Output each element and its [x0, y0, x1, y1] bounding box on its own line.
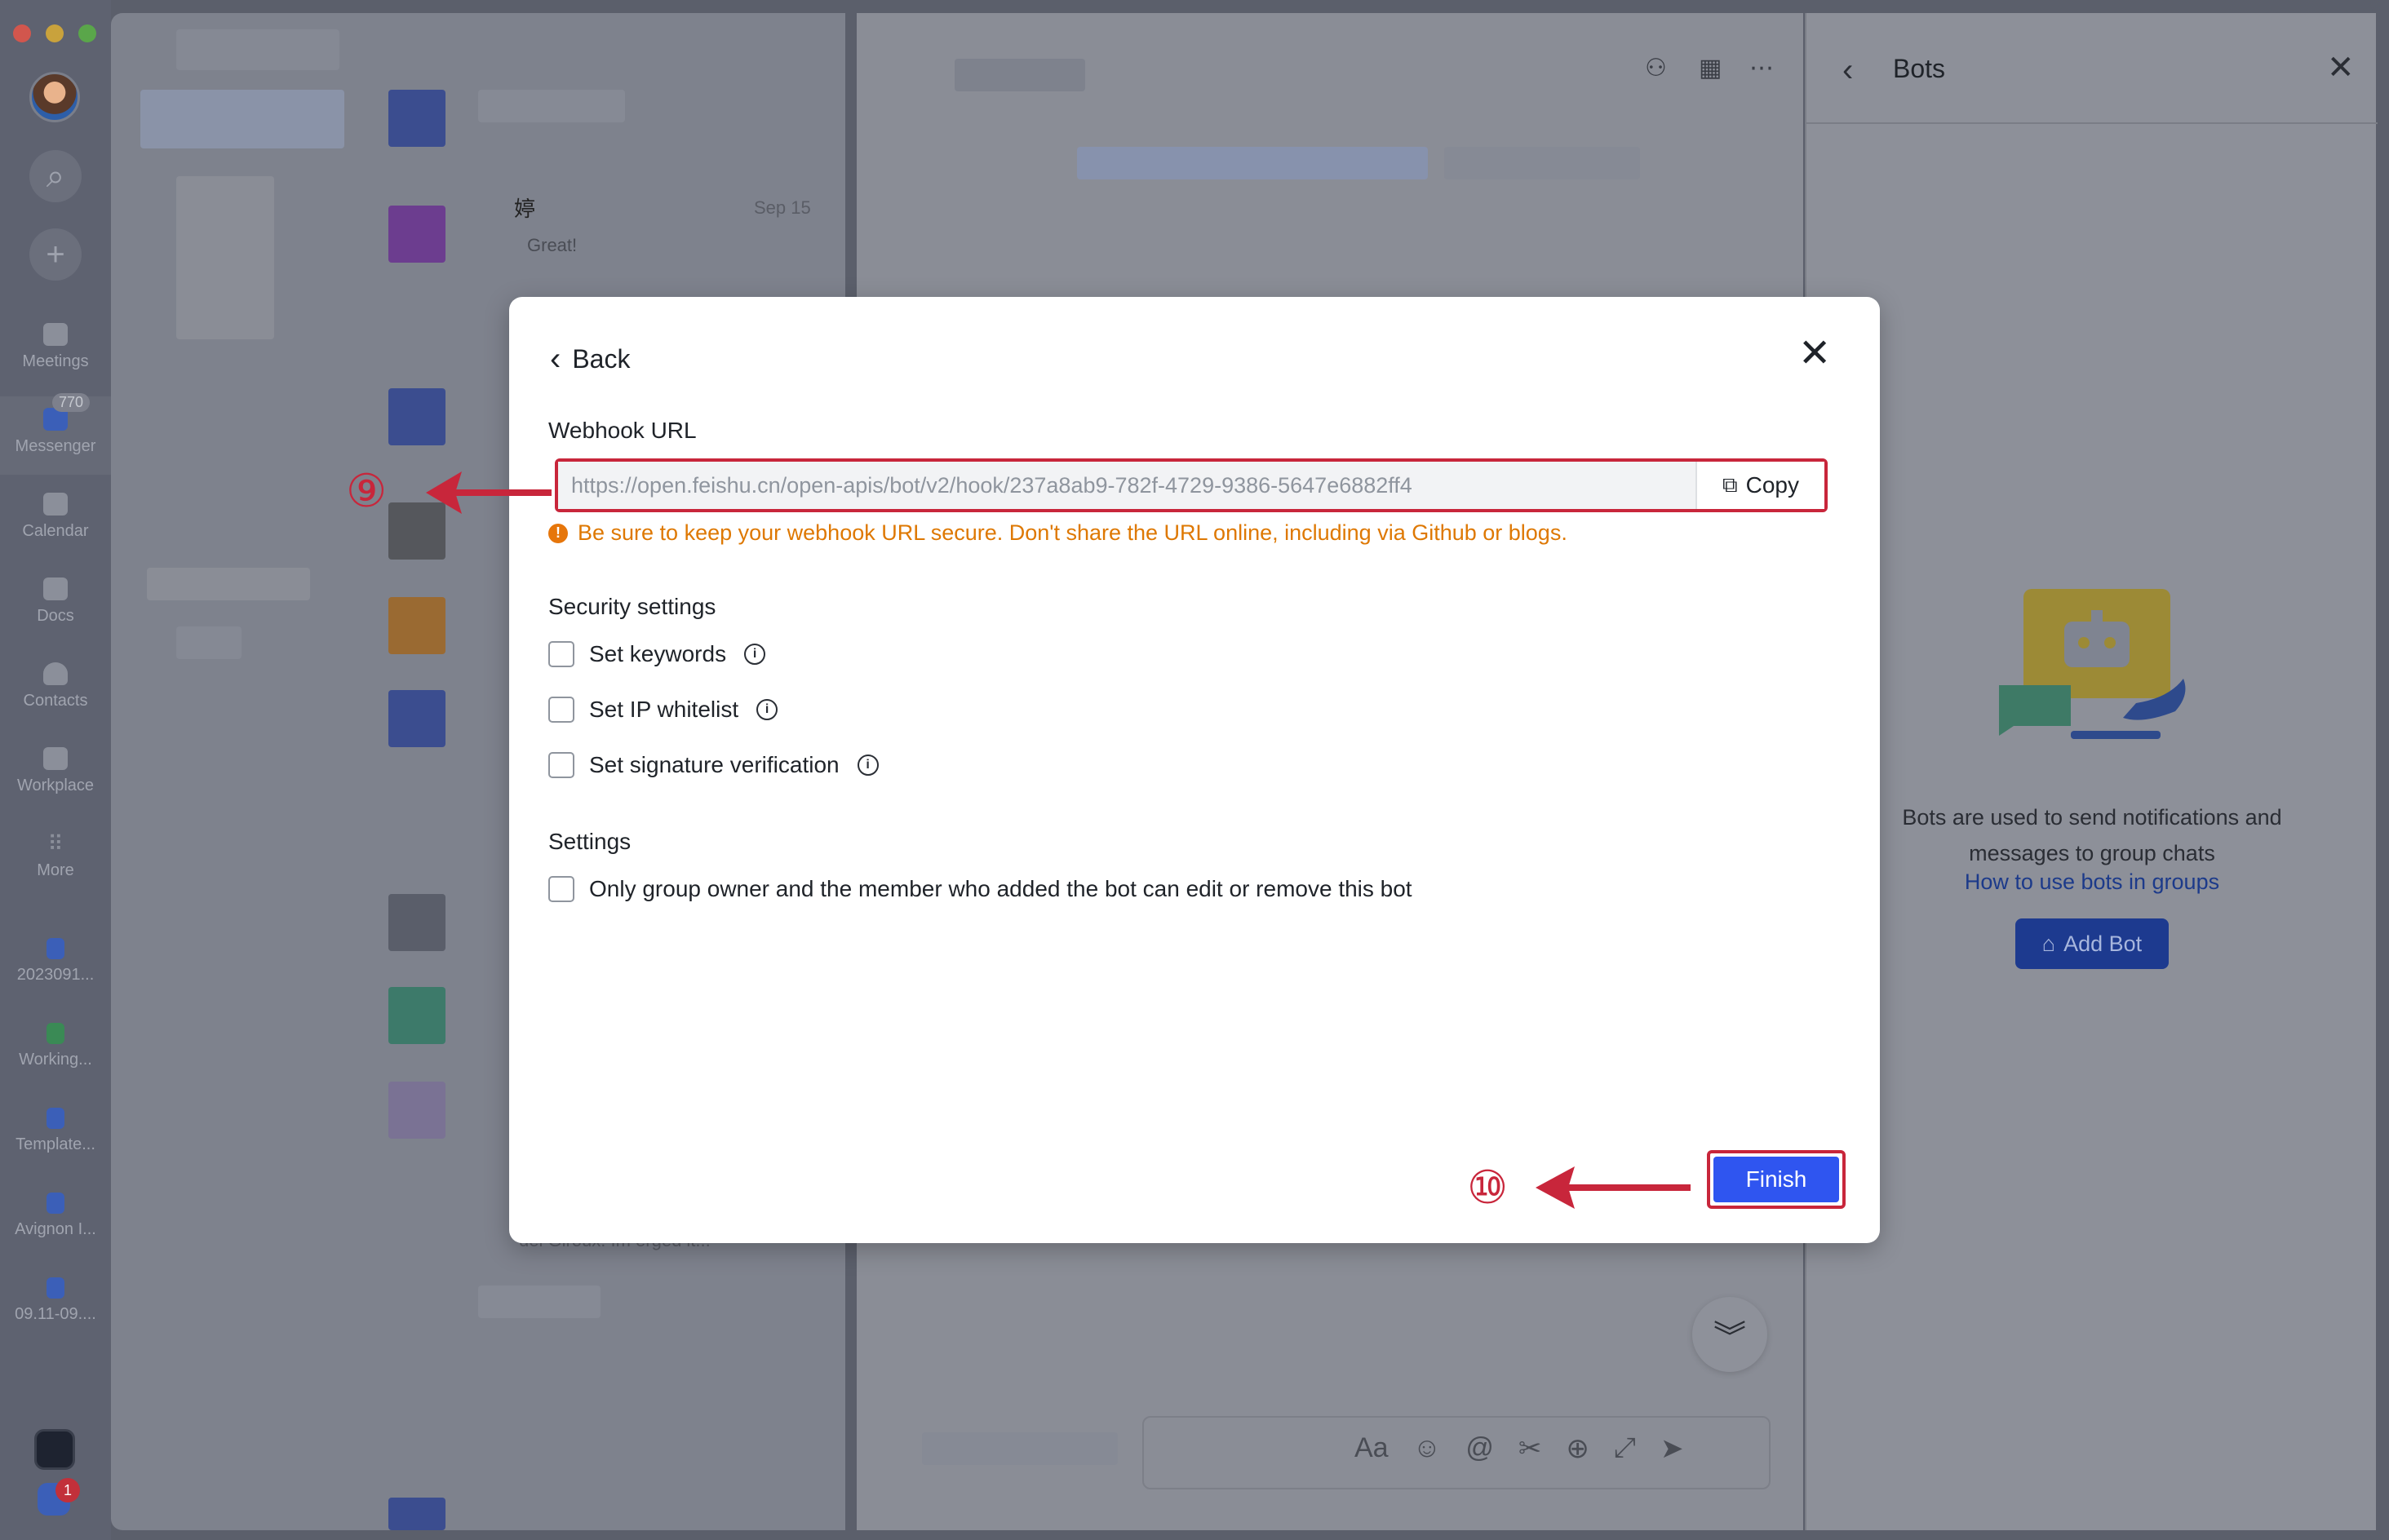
- back-button[interactable]: ‹ Back: [550, 343, 630, 375]
- info-icon[interactable]: i: [857, 755, 879, 776]
- webhook-url-row: ⧉ Copy: [555, 458, 1828, 512]
- finish-button[interactable]: Finish: [1713, 1157, 1839, 1202]
- avatar[interactable]: [29, 72, 80, 122]
- sheet-icon: [47, 1023, 64, 1044]
- chat-item-message: Great!: [527, 235, 578, 255]
- emoji-icon[interactable]: ☺: [1413, 1432, 1442, 1465]
- person-icon: [43, 662, 68, 685]
- window-minimize-button[interactable]: [46, 24, 64, 42]
- bot-illustration: [1999, 589, 2186, 739]
- step-10-marker: ⑩: [1467, 1162, 1509, 1215]
- step-9-marker: ⑨: [346, 465, 388, 518]
- set-ip-whitelist-checkbox[interactable]: [548, 697, 574, 723]
- arrow-left-icon: [426, 471, 552, 514]
- doc-icon: [47, 1108, 64, 1129]
- sidebar-item-more[interactable]: ⠿ More: [0, 832, 111, 880]
- sidebar-item-messenger[interactable]: 770 Messenger: [0, 393, 111, 475]
- set-keywords-option: Set keywords i: [548, 641, 766, 667]
- video-icon: [43, 323, 68, 346]
- docs-icon: [43, 578, 68, 600]
- app-logo-icon[interactable]: [34, 1429, 75, 1470]
- close-icon[interactable]: ✕: [1798, 334, 1831, 374]
- bots-description: Bots are used to send notifications and …: [1902, 805, 2282, 865]
- expand-icon[interactable]: ⤢: [1614, 1432, 1636, 1465]
- sidebar-item-calendar[interactable]: Calendar: [0, 493, 111, 541]
- mail-badge: 1: [55, 1478, 80, 1502]
- bot-icon: ⌂: [2041, 931, 2056, 956]
- doc-icon: [47, 1193, 64, 1214]
- set-keywords-checkbox[interactable]: [548, 641, 574, 667]
- add-bot-button[interactable]: ⌂ Add Bot: [2015, 918, 2169, 969]
- sidebar-doc-shortcut[interactable]: 2023091...: [0, 938, 111, 985]
- bots-panel-header: ‹ Bots ✕: [1806, 13, 2378, 124]
- plus-circle-icon[interactable]: ⊕: [1566, 1432, 1589, 1465]
- security-settings-heading: Security settings: [548, 594, 716, 619]
- owner-edit-permission-checkbox[interactable]: [548, 876, 574, 902]
- doc-icon: [47, 938, 64, 959]
- set-ip-whitelist-option: Set IP whitelist i: [548, 697, 778, 723]
- add-member-icon[interactable]: ⚇: [1645, 54, 1667, 82]
- chevron-left-icon: ‹: [550, 341, 561, 377]
- sidebar-doc-shortcut[interactable]: 09.11-09....: [0, 1277, 111, 1324]
- info-icon[interactable]: i: [756, 699, 778, 720]
- double-chevron-down-icon: ︾: [1713, 1320, 1746, 1356]
- chat-item-date: Sep 15: [754, 197, 811, 218]
- chat-item-name[interactable]: 婷: [514, 192, 535, 223]
- close-icon[interactable]: ✕: [2327, 49, 2355, 86]
- webhook-url-field[interactable]: [558, 462, 1697, 509]
- warning-message: ! Be sure to keep your webhook URL secur…: [548, 520, 1567, 546]
- webhook-modal: ‹ Back ✕ Webhook URL ⧉ Copy ! Be sure to…: [509, 297, 1880, 1243]
- help-link[interactable]: How to use bots in groups: [1806, 870, 2378, 895]
- owner-edit-permission-option: Only group owner and the member who adde…: [548, 876, 1412, 902]
- settings-heading: Settings: [548, 829, 632, 854]
- sidebar-item-workplace[interactable]: Workplace: [0, 747, 111, 795]
- set-signature-verification-option: Set signature verification i: [548, 752, 879, 778]
- text-format-icon[interactable]: Aa: [1354, 1432, 1389, 1465]
- dots-grid-icon: ⠿: [47, 831, 64, 856]
- set-signature-verification-checkbox[interactable]: [548, 752, 574, 778]
- sidebar-item-contacts[interactable]: Contacts: [0, 662, 111, 710]
- doc-icon: [47, 1277, 64, 1299]
- window-zoom-button[interactable]: [78, 24, 96, 42]
- search-icon[interactable]: ⌕: [29, 150, 82, 202]
- calendar-icon: [43, 493, 68, 516]
- copy-icon: ⧉: [1722, 472, 1738, 497]
- unread-badge: 770: [51, 393, 90, 412]
- sidebar-doc-shortcut[interactable]: Avignon I...: [0, 1193, 111, 1239]
- copy-button[interactable]: ⧉ Copy: [1697, 462, 1824, 509]
- sidebar-item-docs[interactable]: Docs: [0, 578, 111, 626]
- bots-panel: ‹ Bots ✕ Bots are used to send notificat…: [1805, 13, 2378, 1530]
- sidebar-doc-shortcut[interactable]: Working...: [0, 1023, 111, 1069]
- grid-icon: [43, 747, 68, 770]
- arrow-left-icon: [1536, 1166, 1691, 1209]
- send-icon[interactable]: ➤: [1660, 1432, 1684, 1465]
- more-icon[interactable]: ⋯: [1749, 54, 1774, 82]
- panel-title: Bots: [1893, 54, 1946, 83]
- scroll-to-bottom-button[interactable]: ︾: [1692, 1297, 1767, 1372]
- scissors-icon[interactable]: ✂: [1518, 1432, 1542, 1465]
- sidebar-doc-shortcut[interactable]: Template...: [0, 1108, 111, 1154]
- sidebar-item-meetings[interactable]: Meetings: [0, 323, 111, 371]
- calendar-icon[interactable]: ▦: [1699, 54, 1722, 82]
- warning-icon: !: [548, 523, 568, 543]
- window-close-button[interactable]: [13, 24, 31, 42]
- app-sidebar: ⌕ + Meetings 770 Messenger Calendar Docs…: [0, 0, 111, 1540]
- chevron-left-icon[interactable]: ‹: [1842, 52, 1853, 89]
- info-icon[interactable]: i: [744, 644, 766, 665]
- webhook-url-label: Webhook URL: [548, 418, 697, 443]
- finish-highlight: Finish: [1707, 1150, 1846, 1209]
- composer-toolbar: Aa ☺ @ ✂ ⊕ ⤢ ➤: [1354, 1432, 1684, 1465]
- mention-icon[interactable]: @: [1465, 1432, 1494, 1465]
- add-icon[interactable]: +: [29, 228, 82, 281]
